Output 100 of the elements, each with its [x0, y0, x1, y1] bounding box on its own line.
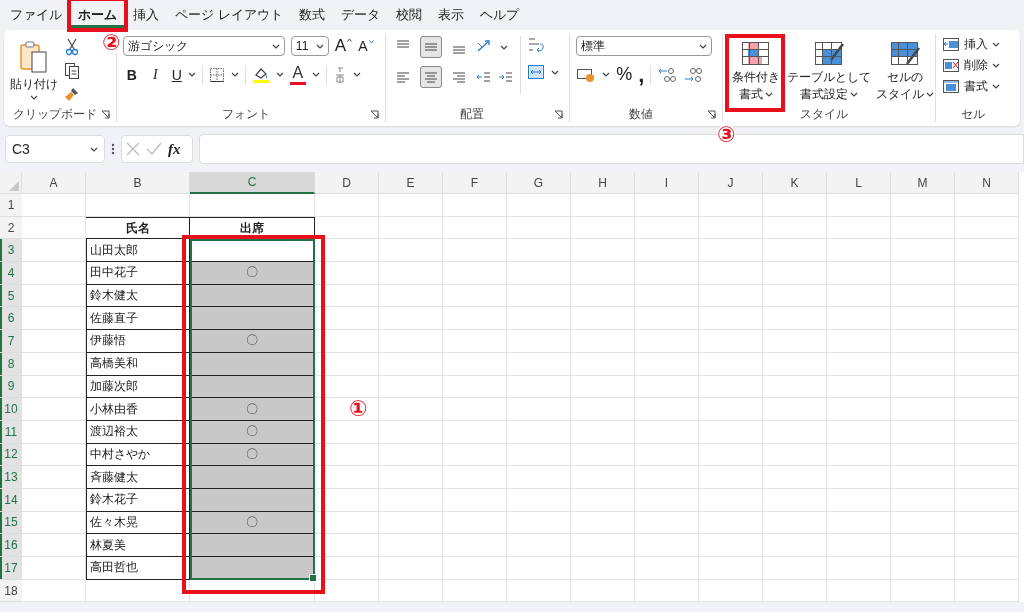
grid-cell[interactable] [891, 488, 955, 512]
column-header[interactable]: H [571, 172, 635, 194]
grid-cell[interactable] [443, 488, 507, 512]
grid-cell[interactable] [827, 284, 891, 308]
grid-cell[interactable] [635, 420, 699, 444]
number-format-dropdown[interactable]: 標準 [576, 36, 713, 56]
horizontal-align-button[interactable] [419, 66, 442, 88]
grid-cell[interactable] [891, 557, 955, 580]
grid-cell[interactable] [507, 352, 571, 376]
grid-cell[interactable] [763, 398, 827, 421]
grid-cell[interactable] [955, 443, 1019, 467]
cells-button[interactable]: 削除 [942, 57, 1001, 74]
bold-button[interactable]: B [126, 66, 137, 83]
grid-cell[interactable] [763, 579, 827, 603]
grid-cell[interactable] [699, 194, 763, 217]
grid-cell[interactable] [571, 330, 635, 353]
grid-cell[interactable] [827, 352, 891, 376]
grid-cell[interactable] [891, 579, 955, 603]
row-header[interactable]: 4 [0, 262, 22, 285]
grid-cell[interactable] [507, 194, 571, 217]
grid-cell[interactable] [507, 239, 571, 263]
grid-cell[interactable] [699, 239, 763, 263]
grid-cell[interactable] [571, 579, 635, 603]
grid-cell[interactable] [443, 330, 507, 353]
borders-icon[interactable] [208, 66, 225, 83]
row-header[interactable]: 2 [0, 216, 22, 240]
grid-cell[interactable] [443, 443, 507, 467]
grid-cell[interactable] [955, 262, 1019, 285]
grid-cell[interactable] [763, 511, 827, 535]
grid-cell[interactable] [763, 239, 827, 263]
grid-cell[interactable] [699, 557, 763, 580]
grid-cell[interactable] [827, 511, 891, 535]
grid-cell[interactable] [571, 262, 635, 285]
grid-cell[interactable] [699, 352, 763, 376]
row-header[interactable]: 7 [0, 330, 22, 353]
font-name-dropdown[interactable]: 游ゴシック [122, 36, 285, 56]
name-box[interactable]: C3 [5, 135, 105, 163]
grid-cell[interactable] [507, 488, 571, 512]
grid-cell[interactable] [315, 239, 379, 263]
grid-cell[interactable] [891, 398, 955, 421]
grid-cell[interactable] [955, 557, 1019, 580]
column-header[interactable]: B [86, 172, 190, 194]
grid-cell[interactable] [443, 307, 507, 331]
grid-cell[interactable] [507, 307, 571, 331]
grid-cell[interactable] [22, 262, 86, 285]
row-header[interactable]: 18 [0, 579, 22, 603]
grid-cell[interactable] [315, 534, 379, 557]
row-header[interactable]: 1 [0, 194, 22, 217]
grid-cell[interactable] [571, 307, 635, 331]
grid-cell[interactable] [443, 352, 507, 376]
grid-cell[interactable] [571, 352, 635, 376]
dialog-launcher-icon[interactable] [369, 110, 379, 119]
grid-cell[interactable] [379, 511, 443, 535]
grid-cell[interactable] [22, 579, 86, 603]
font-color-button[interactable]: A [289, 64, 306, 85]
grid-cell[interactable] [955, 511, 1019, 535]
grid-cell[interactable] [379, 557, 443, 580]
row-header[interactable]: 8 [0, 352, 22, 376]
grid-cell[interactable] [827, 307, 891, 331]
grid-cell[interactable] [379, 488, 443, 512]
grid-cell[interactable] [699, 262, 763, 285]
grid-cell[interactable] [315, 443, 379, 467]
grid-cell[interactable] [507, 330, 571, 353]
row-header[interactable]: 16 [0, 534, 22, 557]
grid-cell[interactable] [891, 534, 955, 557]
grid-cell[interactable] [827, 194, 891, 217]
grid-cell[interactable] [315, 262, 379, 285]
row-header[interactable]: 13 [0, 466, 22, 489]
grid-cell[interactable] [635, 398, 699, 421]
accounting-format-icon[interactable] [576, 66, 597, 83]
column-header[interactable]: G [507, 172, 571, 194]
grid-cell[interactable] [635, 330, 699, 353]
insert-function-button[interactable]: fx [168, 140, 181, 158]
cells-button[interactable]: 書式 [942, 78, 1001, 95]
grid-cell[interactable] [891, 511, 955, 535]
copy-icon[interactable] [64, 62, 80, 80]
grid-cell[interactable] [379, 534, 443, 557]
grid-cell[interactable] [891, 239, 955, 263]
grid-cell[interactable] [443, 239, 507, 263]
grid-cell[interactable] [571, 216, 635, 240]
grid-cell[interactable] [891, 420, 955, 444]
grid-cell[interactable] [635, 488, 699, 512]
column-header[interactable]: M [891, 172, 955, 194]
grid-cell[interactable] [507, 534, 571, 557]
grid-cell[interactable] [891, 307, 955, 331]
grid-cell[interactable] [699, 466, 763, 489]
grid-cell[interactable] [22, 330, 86, 353]
grid-cell[interactable] [22, 511, 86, 535]
style-button[interactable]: セルの スタイル [875, 36, 936, 102]
grid-cell[interactable] [635, 194, 699, 217]
grid-cell[interactable] [507, 216, 571, 240]
grid-cell[interactable] [379, 579, 443, 603]
underline-button[interactable]: U [171, 66, 182, 83]
grid-cell[interactable] [315, 375, 379, 399]
grid-cell[interactable] [955, 330, 1019, 353]
menu-tab[interactable]: ページ レイアウト [167, 2, 291, 28]
dialog-launcher-icon[interactable] [100, 110, 110, 119]
grid-cell[interactable] [955, 375, 1019, 399]
grid-cell[interactable] [763, 466, 827, 489]
grid-cell[interactable] [763, 534, 827, 557]
